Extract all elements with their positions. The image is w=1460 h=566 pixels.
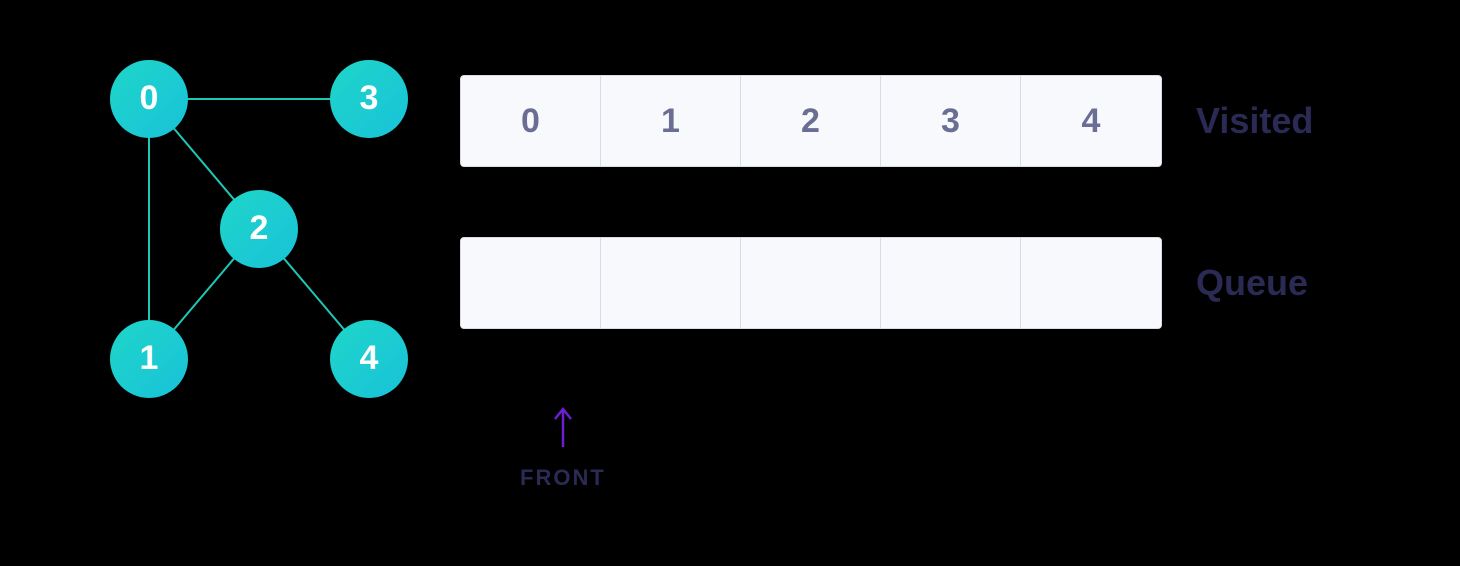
- visited-row: 0 1 2 3 4 Visited: [460, 75, 1313, 167]
- graph-node-label: 2: [250, 209, 269, 248]
- bfs-diagram: 0 3 2 1 4 0 1 2 3 4 Visited Queue: [0, 0, 1460, 566]
- queue-cell: [601, 238, 741, 328]
- graph-node-label: 4: [360, 339, 379, 378]
- graph-node-1: 1: [110, 320, 188, 398]
- visited-cell: 4: [1021, 76, 1161, 166]
- visited-cell: 1: [601, 76, 741, 166]
- graph-node-0: 0: [110, 60, 188, 138]
- queue-cell: [1021, 238, 1161, 328]
- arrays: 0 1 2 3 4 Visited Queue: [460, 75, 1313, 399]
- graph-node-4: 4: [330, 320, 408, 398]
- graph: 0 3 2 1 4: [90, 60, 430, 400]
- visited-cell: 0: [461, 76, 601, 166]
- queue-cell: [881, 238, 1021, 328]
- queue-cell: [461, 238, 601, 328]
- visited-label: Visited: [1196, 100, 1313, 142]
- front-pointer: FRONT: [520, 405, 606, 491]
- arrow-up-icon: [548, 405, 578, 447]
- graph-node-label: 3: [360, 79, 379, 118]
- graph-node-label: 0: [140, 79, 159, 118]
- graph-node-label: 1: [140, 339, 159, 378]
- visited-cell: 2: [741, 76, 881, 166]
- queue-row: Queue: [460, 237, 1313, 329]
- visited-cells: 0 1 2 3 4: [460, 75, 1162, 167]
- queue-cells: [460, 237, 1162, 329]
- front-label: FRONT: [520, 465, 606, 491]
- visited-cell: 3: [881, 76, 1021, 166]
- queue-cell: [741, 238, 881, 328]
- graph-node-3: 3: [330, 60, 408, 138]
- queue-label: Queue: [1196, 262, 1308, 304]
- graph-node-2: 2: [220, 190, 298, 268]
